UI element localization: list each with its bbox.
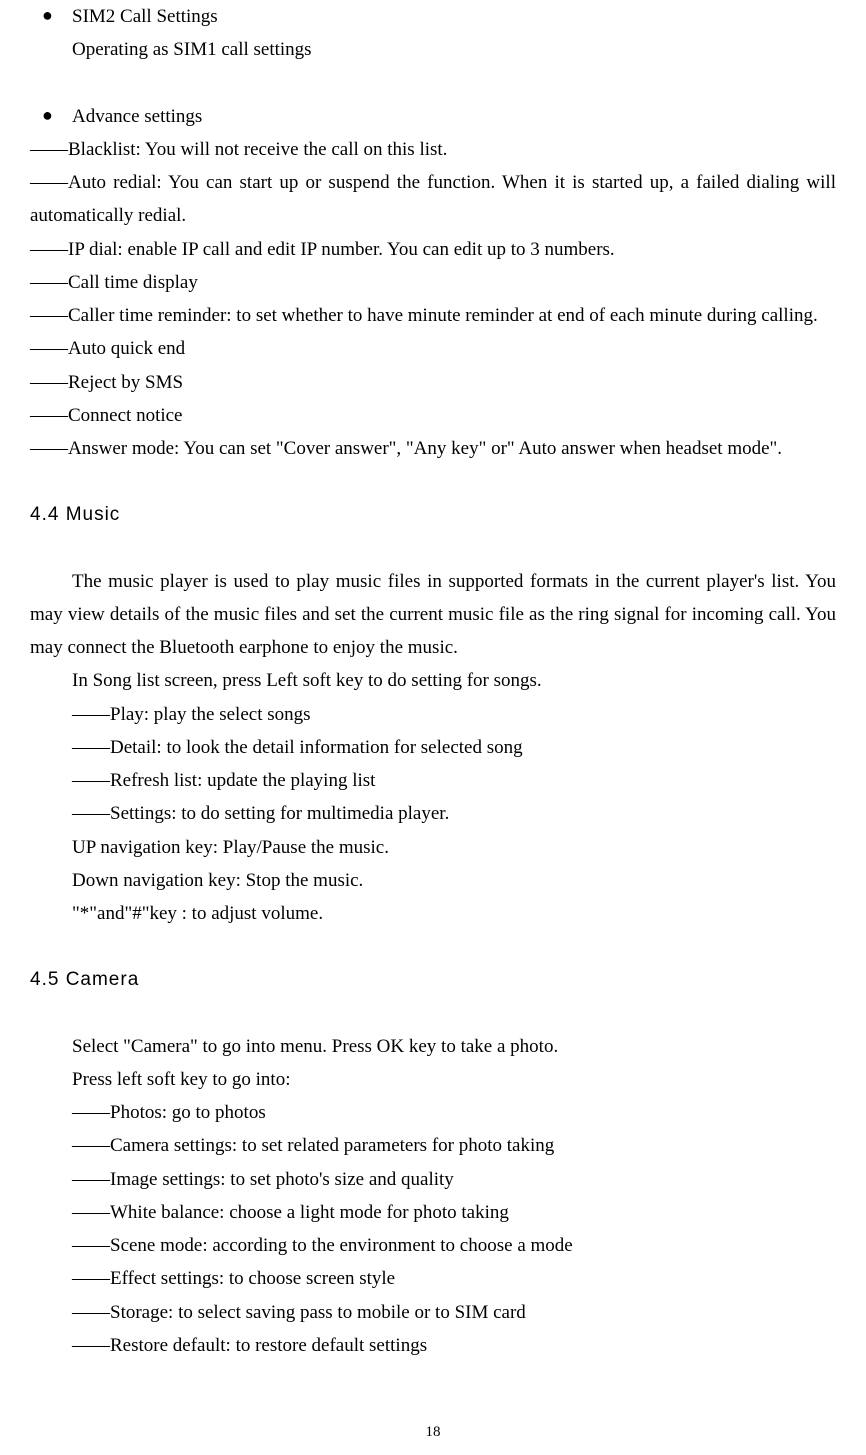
spacer (30, 465, 836, 498)
bullet-item-advance: ● Advance settings (30, 100, 836, 133)
spacer (30, 930, 836, 963)
spacer (30, 67, 836, 100)
body-line: ——Caller time reminder: to set whether t… (30, 299, 836, 332)
bullet-sub-text: Operating as SIM1 call settings (30, 33, 836, 66)
section-heading-music: 4.4 Music (30, 498, 836, 531)
spacer (30, 532, 836, 565)
body-line: ——Photos: go to photos (30, 1096, 836, 1129)
body-line: ——Effect settings: to choose screen styl… (30, 1262, 836, 1295)
body-line: ——Storage: to select saving pass to mobi… (30, 1296, 836, 1329)
body-line: ——Answer mode: You can set "Cover answer… (30, 432, 836, 465)
bullet-label: Advance settings (72, 100, 836, 133)
body-line: ——Auto redial: You can start up or suspe… (30, 166, 836, 233)
body-line: ——Camera settings: to set related parame… (30, 1129, 836, 1162)
body-line: UP navigation key: Play/Pause the music. (30, 831, 836, 864)
body-line: ——White balance: choose a light mode for… (30, 1196, 836, 1229)
body-line: Down navigation key: Stop the music. (30, 864, 836, 897)
body-line: In Song list screen, press Left soft key… (30, 664, 836, 697)
body-paragraph: The music player is used to play music f… (30, 565, 836, 665)
bullet-label: SIM2 Call Settings (72, 0, 836, 33)
body-line: Press left soft key to go into: (30, 1063, 836, 1096)
body-line: ——Settings: to do setting for multimedia… (30, 797, 836, 830)
body-line: "*"and"#"key : to adjust volume. (30, 897, 836, 930)
body-line: ——Detail: to look the detail information… (30, 731, 836, 764)
body-line: ——Play: play the select songs (30, 698, 836, 731)
section-heading-camera: 4.5 Camera (30, 963, 836, 996)
body-line: ——Reject by SMS (30, 366, 836, 399)
spacer (30, 997, 836, 1030)
body-line: ——Image settings: to set photo's size an… (30, 1163, 836, 1196)
body-line: ——Scene mode: according to the environme… (30, 1229, 836, 1262)
body-line: ——Call time display (30, 266, 836, 299)
document-page: ● SIM2 Call Settings Operating as SIM1 c… (0, 0, 866, 1455)
page-number: 18 (0, 1419, 866, 1445)
bullet-icon: ● (42, 100, 72, 132)
body-line: ——Connect notice (30, 399, 836, 432)
body-line: ——Restore default: to restore default se… (30, 1329, 836, 1362)
bullet-item-sim2: ● SIM2 Call Settings (30, 0, 836, 33)
body-line: ——IP dial: enable IP call and edit IP nu… (30, 233, 836, 266)
body-line: ——Blacklist: You will not receive the ca… (30, 133, 836, 166)
body-line: ——Auto quick end (30, 332, 836, 365)
bullet-icon: ● (42, 0, 72, 32)
body-line: Select "Camera" to go into menu. Press O… (30, 1030, 836, 1063)
body-line: ——Refresh list: update the playing list (30, 764, 836, 797)
